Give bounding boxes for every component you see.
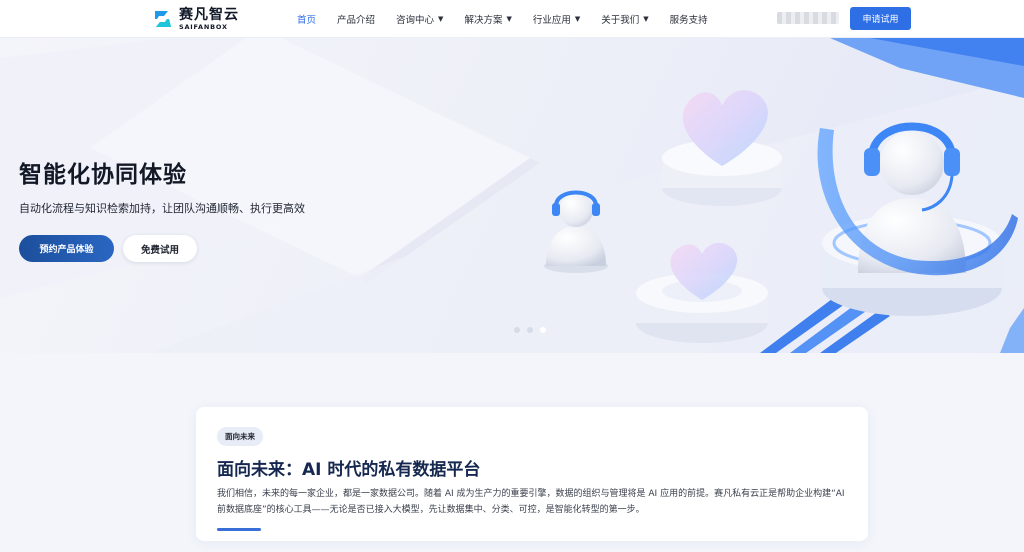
nav-item-label: 解决方案: [464, 15, 503, 26]
apply-trial-button[interactable]: 申请试用: [850, 7, 911, 30]
section-body: 我们相信，未来的每一家企业，都是一家数据公司。随着 AI 成为生产力的重要引擎，…: [217, 489, 845, 515]
blurred-contact-number: [777, 12, 839, 24]
nav-item-label: 产品介绍: [337, 15, 376, 26]
book-demo-button[interactable]: 预约产品体验: [19, 235, 114, 262]
nav-item-solutions[interactable]: 解决方案 ▼: [464, 12, 511, 26]
carousel-dot[interactable]: [514, 327, 520, 333]
brand-logo-icon: [152, 8, 174, 30]
nav-item-home[interactable]: 首页: [297, 12, 316, 26]
brand-name-cn: 赛凡智云: [179, 6, 239, 23]
hero-banner: 智能化协同体验 自动化流程与知识检索加持，让团队沟通顺畅、执行更高效 预约产品体…: [0, 38, 1024, 353]
carousel-dot-active[interactable]: [540, 327, 546, 333]
section-badge: 面向未来: [217, 427, 263, 446]
nav-item-label: 服务支持: [669, 15, 708, 26]
nav-item-label: 咨询中心: [396, 15, 435, 26]
hero-title: 智能化协同体验: [19, 162, 187, 188]
free-trial-button[interactable]: 免费试用: [123, 235, 197, 262]
caret-down-icon: ▼: [574, 15, 581, 23]
brand-name-en: SAIFANBOX: [179, 22, 228, 31]
nav-item-support[interactable]: 服务支持: [670, 12, 708, 26]
carousel-dot[interactable]: [527, 327, 533, 333]
caret-down-icon: ▼: [643, 15, 649, 23]
section-title: 面向未来：AI 时代的私有数据平台: [217, 460, 481, 480]
carousel-indicators: [514, 327, 553, 333]
nav-item-label: 行业应用: [532, 15, 571, 26]
hero-subtitle: 自动化流程与知识检索加持，让团队沟通顺畅、执行更高效: [19, 202, 305, 215]
brand-logo[interactable]: 赛凡智云 SAIFANBOX: [152, 7, 239, 31]
nav-item-label: 关于我们: [601, 15, 640, 26]
nav-item-industries[interactable]: 行业应用 ▼: [533, 12, 580, 26]
section-underline: [217, 528, 261, 531]
nav-item-label: 首页: [297, 15, 317, 26]
caret-down-icon: ▼: [506, 15, 512, 23]
hero-illustration: [0, 38, 1024, 353]
top-header: 赛凡智云 SAIFANBOX 首页 产品介绍 咨询中心 ▼ 解决方案 ▼ 行业应…: [0, 0, 1024, 38]
intro-card: 面向未来 面向未来：AI 时代的私有数据平台 我们相信，未来的每一家企业，都是一…: [196, 407, 868, 541]
main-nav: 首页 产品介绍 咨询中心 ▼ 解决方案 ▼ 行业应用 ▼ 关于我们 ▼ 服务支持: [297, 0, 729, 38]
nav-item-products[interactable]: 产品介绍: [337, 12, 375, 26]
nav-item-about[interactable]: 关于我们 ▼: [601, 12, 648, 26]
nav-item-consulting[interactable]: 咨询中心 ▼: [396, 12, 443, 26]
caret-down-icon: ▼: [438, 15, 444, 23]
